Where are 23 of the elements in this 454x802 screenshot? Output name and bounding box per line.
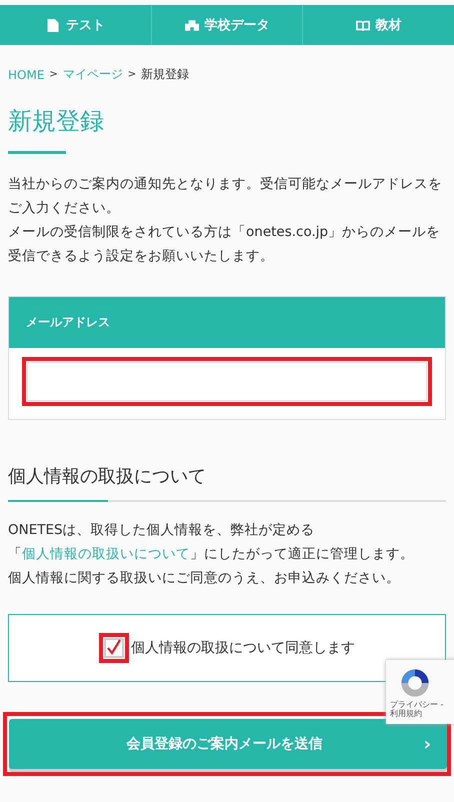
- checkbox[interactable]: [104, 638, 124, 658]
- building-icon: [184, 18, 198, 32]
- book-icon: [356, 18, 370, 32]
- recaptcha-links[interactable]: プライバシー - 利用規約: [390, 700, 450, 718]
- consent-label: 個人情報の取扱について同意します: [131, 639, 355, 657]
- privacy-text: ONETESは、取得した個人情報を、弊社が定める「個人情報の取扱いについて」にしたがって適正に管理します。: [8, 521, 415, 564]
- breadcrumb-current: 新規登録: [141, 66, 190, 83]
- nav-tab[interactable]: 学校データ: [150, 5, 302, 45]
- breadcrumb-separator: >: [128, 69, 136, 80]
- privacy-note: 個人情報に関する取扱いにご同意のうえ、お申込みください。: [8, 569, 401, 588]
- breadcrumb-link[interactable]: HOME: [8, 68, 44, 82]
- breadcrumb-link[interactable]: マイページ: [62, 66, 123, 83]
- breadcrumb-separator: >: [49, 69, 58, 80]
- intro-text: メールの受信制限をされている方は「onetes.co.jp」からのメールを受信できるよう設定をお願いいたします。: [8, 223, 442, 266]
- nav-tab[interactable]: 教材: [302, 5, 454, 45]
- privacy-link[interactable]: 個人情報の取扱いについて: [22, 546, 190, 562]
- document-icon: [46, 18, 60, 32]
- submit-button[interactable]: 会員登録のご案内メールを送信 ›: [9, 719, 447, 769]
- nav-tab[interactable]: テスト: [0, 5, 151, 45]
- page-title: 新規登録: [8, 106, 105, 137]
- intro-text: 当社からのご案内の通知先となります。受信可能なメールアドレスをご入力ください。: [8, 175, 443, 218]
- section-heading: 個人情報の取扱について: [8, 465, 207, 488]
- email-label: メールアドレス: [9, 297, 445, 348]
